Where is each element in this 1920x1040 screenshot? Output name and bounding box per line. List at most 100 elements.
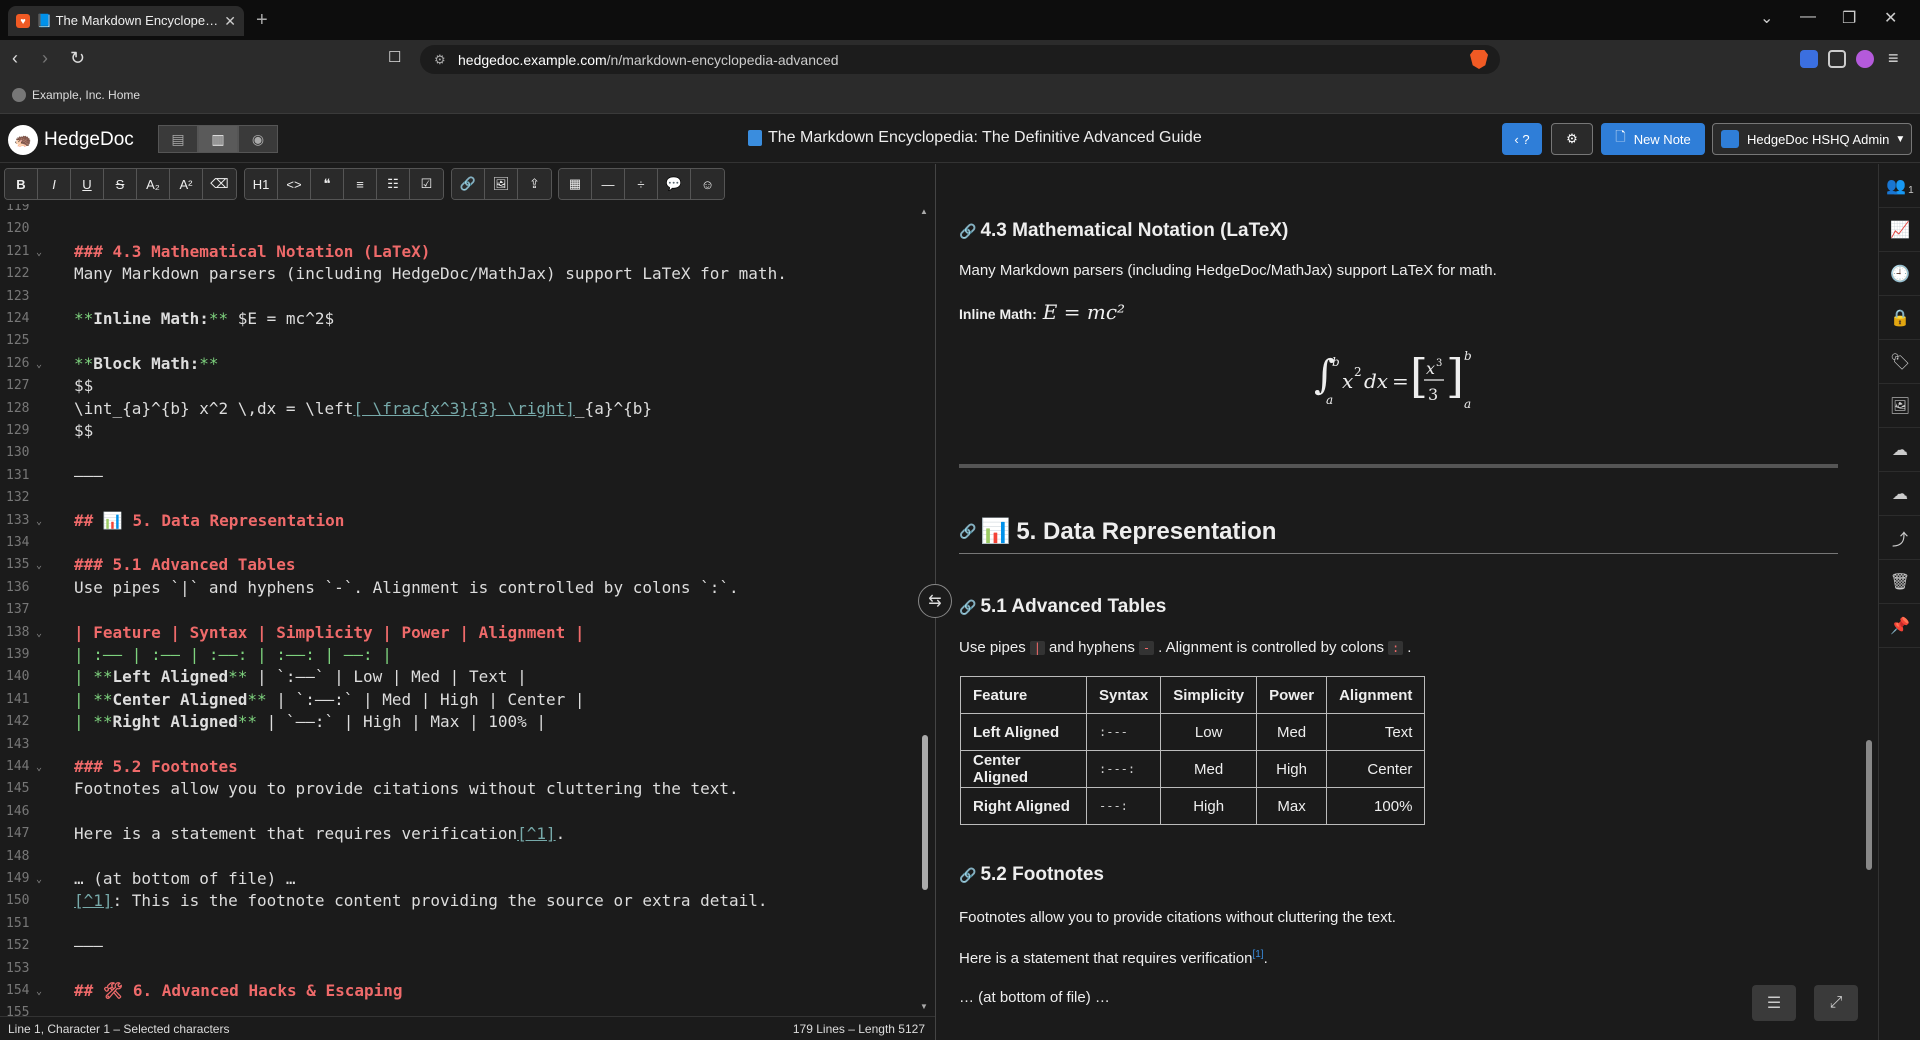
url-field[interactable]: ⚙ hedgedoc.example.com/n/markdown-encycl…	[420, 45, 1500, 74]
collapsible-button[interactable]: ÷	[625, 169, 658, 199]
bitwarden-icon[interactable]	[1800, 50, 1818, 68]
users-button[interactable]: 👥 1	[1879, 164, 1920, 208]
fold-chevron-icon[interactable]: ⌄	[36, 874, 42, 885]
comment-button[interactable]: 💬	[658, 169, 691, 199]
menu-icon[interactable]: ≡	[1888, 48, 1899, 69]
close-window-icon[interactable]: ✕	[1884, 8, 1897, 28]
toc-button[interactable]: ☰	[1752, 985, 1796, 1021]
split-mode-icon[interactable]: ▥	[198, 125, 238, 153]
forward-icon[interactable]: ›	[42, 48, 48, 69]
fold-chevron-icon[interactable]: ⌄	[36, 359, 42, 370]
share-button[interactable]: ⤴	[1879, 516, 1920, 560]
preview-scrollbar[interactable]	[1866, 740, 1872, 870]
code-line[interactable]: ## 📊 5. Data Representation	[74, 510, 344, 532]
fold-chevron-icon[interactable]: ⌄	[36, 247, 42, 258]
code-line[interactable]: | **Center Aligned** | `:——:` | Med | Hi…	[74, 689, 585, 711]
fold-chevron-icon[interactable]: ⌄	[36, 628, 42, 639]
lock-button[interactable]: 🔒	[1879, 296, 1920, 340]
code-line[interactable]: $$	[74, 375, 93, 397]
hedgedoc-logo[interactable]: 🦔 HedgeDoc	[8, 125, 134, 155]
profile-icon[interactable]	[1856, 50, 1874, 68]
subscript-button[interactable]: A₂	[137, 169, 170, 199]
sync-scroll-button[interactable]: ⇆	[918, 584, 952, 618]
minimize-icon[interactable]: —	[1800, 8, 1816, 26]
settings-button[interactable]: ⚙	[1551, 123, 1593, 155]
tag-button[interactable]: 🏷	[1879, 340, 1920, 384]
code-line[interactable]: | **Right Aligned** | `——:` | High | Max…	[74, 711, 546, 733]
user-menu-button[interactable]: HedgeDoc HSHQ Admin ▼	[1712, 123, 1912, 155]
history-button[interactable]: 🕘	[1879, 252, 1920, 296]
code-line[interactable]: ### 4.3 Mathematical Notation (LaTeX)	[74, 241, 430, 263]
footnote-ref-link[interactable]: [1]	[1252, 949, 1263, 960]
code-button[interactable]: <>	[278, 169, 311, 199]
fold-chevron-icon[interactable]: ⌄	[36, 986, 42, 997]
new-note-button[interactable]: 🗋 New Note	[1601, 123, 1705, 155]
code-line[interactable]: | **Left Aligned** | `:——` | Low | Med |…	[74, 666, 527, 688]
fold-chevron-icon[interactable]: ⌄	[36, 560, 42, 571]
bookmark-item[interactable]: Example, Inc. Home	[12, 88, 140, 102]
code-line[interactable]: Many Markdown parsers (including HedgeDo…	[74, 263, 787, 285]
heading-button[interactable]: H1	[245, 169, 278, 199]
code-line[interactable]: … (at bottom of file) …	[74, 868, 296, 890]
bold-button[interactable]: B	[5, 169, 38, 199]
link-anchor-icon[interactable]: 🔗	[959, 599, 976, 616]
fullscreen-button[interactable]: ⤢	[1814, 985, 1858, 1021]
editor-scrollbar[interactable]	[922, 735, 928, 890]
superscript-button[interactable]: A²	[170, 169, 203, 199]
link-anchor-icon[interactable]: 🔗	[959, 223, 976, 240]
list-button[interactable]: ≡	[344, 169, 377, 199]
horizontal-rule-button[interactable]: —	[592, 169, 625, 199]
preview-mode-icon[interactable]: ◉	[238, 125, 278, 153]
underline-button[interactable]: U	[71, 169, 104, 199]
code-line[interactable]: ———	[74, 935, 103, 957]
extensions-icon[interactable]	[1828, 50, 1846, 68]
code-line[interactable]: Here is a statement that requires verifi…	[74, 823, 565, 845]
editor-mode-icon[interactable]: ▤	[158, 125, 198, 153]
code-line[interactable]: ### 5.1 Advanced Tables	[74, 554, 296, 576]
emoji-button[interactable]: ☺	[691, 169, 724, 199]
media-button[interactable]: 🖼	[1879, 384, 1920, 428]
link-anchor-icon[interactable]: 🔗	[959, 867, 976, 884]
code-line[interactable]: ### 5.2 Footnotes	[74, 756, 238, 778]
code-line[interactable]: **Block Math:**	[74, 353, 219, 375]
image-button[interactable]: 🖼	[485, 169, 518, 199]
code-editor[interactable]: 119 120 121 ⌄ ### 4.3 Mathematical Notation …	[0, 204, 935, 1016]
code-line[interactable]: ———	[74, 465, 103, 487]
ordered-list-button[interactable]: ☷	[377, 169, 410, 199]
upload-button[interactable]: ☁	[1879, 428, 1920, 472]
code-line[interactable]: **Inline Math:** $E = mc^2$	[74, 308, 334, 330]
help-button[interactable]: ‹ ?	[1502, 123, 1542, 155]
quote-button[interactable]: ❝	[311, 169, 344, 199]
code-line[interactable]: | Feature | Syntax | Simplicity | Power …	[74, 622, 585, 644]
code-line[interactable]: [^1]: This is the footnote content provi…	[74, 890, 768, 912]
new-tab-icon[interactable]: +	[256, 9, 268, 32]
table-button[interactable]: ▦	[559, 169, 592, 199]
reload-icon[interactable]: ↻	[70, 48, 85, 69]
code-line[interactable]: $$	[74, 420, 93, 442]
code-line[interactable]: Use pipes `|` and hyphens `-`. Alignment…	[74, 577, 739, 599]
clear-format-button[interactable]: ⌫	[203, 169, 236, 199]
download-button[interactable]: ☁	[1879, 472, 1920, 516]
brave-shields-icon[interactable]	[1470, 50, 1488, 69]
scroll-up-icon[interactable]: ▲	[920, 207, 928, 216]
code-line[interactable]: Footnotes allow you to provide citations…	[74, 778, 739, 800]
bookmark-icon[interactable]: ☐	[388, 48, 401, 66]
link-button[interactable]: 🔗	[452, 169, 485, 199]
code-line[interactable]: | :—— | :—— | :——: | :——: | ——: |	[74, 644, 392, 666]
pin-button[interactable]: 📌	[1879, 604, 1920, 648]
scroll-down-icon[interactable]: ▼	[920, 1002, 928, 1011]
code-line[interactable]: \int_{a}^{b} x^2 \,dx = \left[ \frac{x^3…	[74, 398, 652, 420]
fold-chevron-icon[interactable]: ⌄	[36, 516, 42, 527]
tab-list-icon[interactable]: ⌄	[1760, 8, 1773, 28]
checklist-button[interactable]: ☑	[410, 169, 443, 199]
trash-button[interactable]: 🗑	[1879, 560, 1920, 604]
back-icon[interactable]: ‹	[12, 48, 18, 69]
link-anchor-icon[interactable]: 🔗	[959, 523, 976, 540]
browser-tab[interactable]: ♥ 📘 The Markdown Encyclopedia ✕	[8, 6, 244, 36]
chart-button[interactable]: 📈	[1879, 208, 1920, 252]
fold-chevron-icon[interactable]: ⌄	[36, 762, 42, 773]
code-line[interactable]: ## 🛠 6. Advanced Hacks & Escaping	[74, 980, 403, 1002]
italic-button[interactable]: I	[38, 169, 71, 199]
strikethrough-button[interactable]: S	[104, 169, 137, 199]
site-settings-icon[interactable]: ⚙	[434, 52, 446, 68]
